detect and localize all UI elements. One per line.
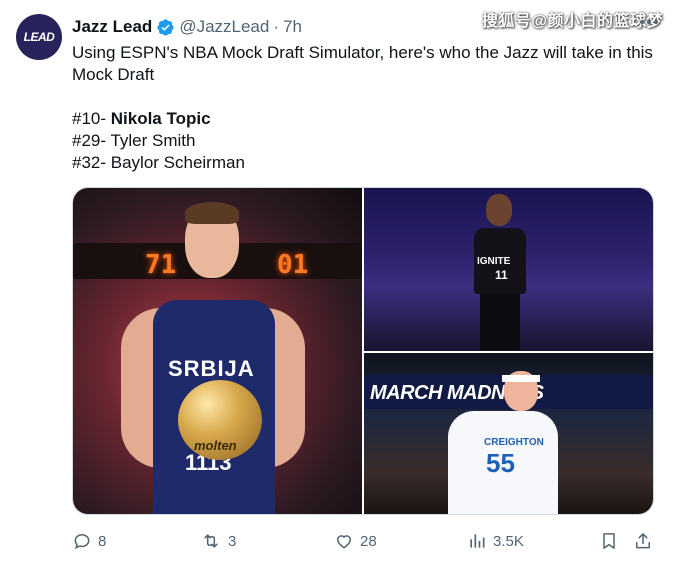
pick-name: Tyler Smith [110, 131, 196, 150]
ball-label: molten [194, 438, 237, 453]
analytics-icon [467, 531, 487, 551]
pick-prefix: #10- [72, 109, 111, 128]
tweet-text-line: Using ESPN's NBA Mock Draft Simulator, h… [72, 43, 653, 84]
retweet-icon [200, 531, 222, 551]
player-head [486, 194, 512, 226]
action-bar: 8 3 28 3.5K [72, 528, 654, 554]
share-button[interactable] [633, 528, 653, 554]
bookmark-button[interactable] [599, 528, 619, 554]
headband [502, 375, 540, 382]
tweet-text: Using ESPN's NBA Mock Draft Simulator, h… [72, 42, 662, 174]
views-count: 3.5K [493, 532, 524, 550]
retweet-button[interactable]: 3 [200, 528, 236, 554]
player-legs [480, 292, 520, 350]
pick-line-2: #29- Tyler Smith [72, 130, 662, 152]
pick-prefix: #32- [72, 153, 111, 172]
avatar-logo-text: LEAD [23, 30, 55, 44]
retweet-count: 3 [228, 532, 237, 550]
reply-button[interactable]: 8 [72, 528, 106, 554]
reply-count: 8 [98, 532, 107, 550]
photo-tyler-smith[interactable]: IGNITE 11 [364, 188, 653, 351]
handle[interactable]: @JazzLead [179, 17, 269, 37]
pick-line-1: #10- Nikola Topic [72, 108, 662, 130]
pick-prefix: #29- [72, 131, 111, 150]
more-options-icon[interactable] [640, 20, 658, 24]
scoreboard-right: 01 [277, 250, 309, 280]
share-icon [633, 531, 653, 551]
separator: · [273, 17, 280, 36]
heart-icon [334, 531, 354, 551]
like-count: 28 [360, 532, 377, 550]
jersey-number: 55 [486, 448, 515, 478]
photo-baylor-scheirman[interactable]: MARCH MADNESS CREIGHTON 55 [364, 353, 653, 514]
media-grid: 71 01 SRBIJA 1113 molten IGNITE 11 MARCH… [72, 187, 654, 515]
scoreboard-left: 71 [145, 250, 177, 280]
jersey-number: 11 [495, 268, 508, 282]
player-hair [185, 202, 239, 224]
display-name[interactable]: Jazz Lead [72, 17, 152, 37]
jersey-text: SRBIJA [168, 356, 255, 381]
pick-line-3: #32- Baylor Scheirman [72, 152, 662, 174]
pick-name: Baylor Scheirman [110, 153, 245, 172]
views-button[interactable]: 3.5K [467, 528, 524, 554]
reply-icon [72, 531, 92, 551]
jersey-text: IGNITE [477, 256, 511, 267]
jersey-text: CREIGHTON [484, 437, 544, 448]
pick-name: Nikola Topic [110, 109, 211, 128]
bookmark-icon [599, 531, 619, 551]
verified-badge-icon [156, 18, 175, 37]
avatar[interactable]: LEAD [16, 14, 62, 60]
like-button[interactable]: 28 [334, 528, 377, 554]
watermark: 搜狐号@颜小白的篮球梦 [481, 13, 663, 30]
photo-nikola-topic[interactable]: 71 01 SRBIJA 1113 molten [73, 188, 362, 514]
tweet-header: Jazz Lead @JazzLead · 7h [72, 16, 302, 38]
timestamp[interactable]: 7h [283, 17, 302, 37]
